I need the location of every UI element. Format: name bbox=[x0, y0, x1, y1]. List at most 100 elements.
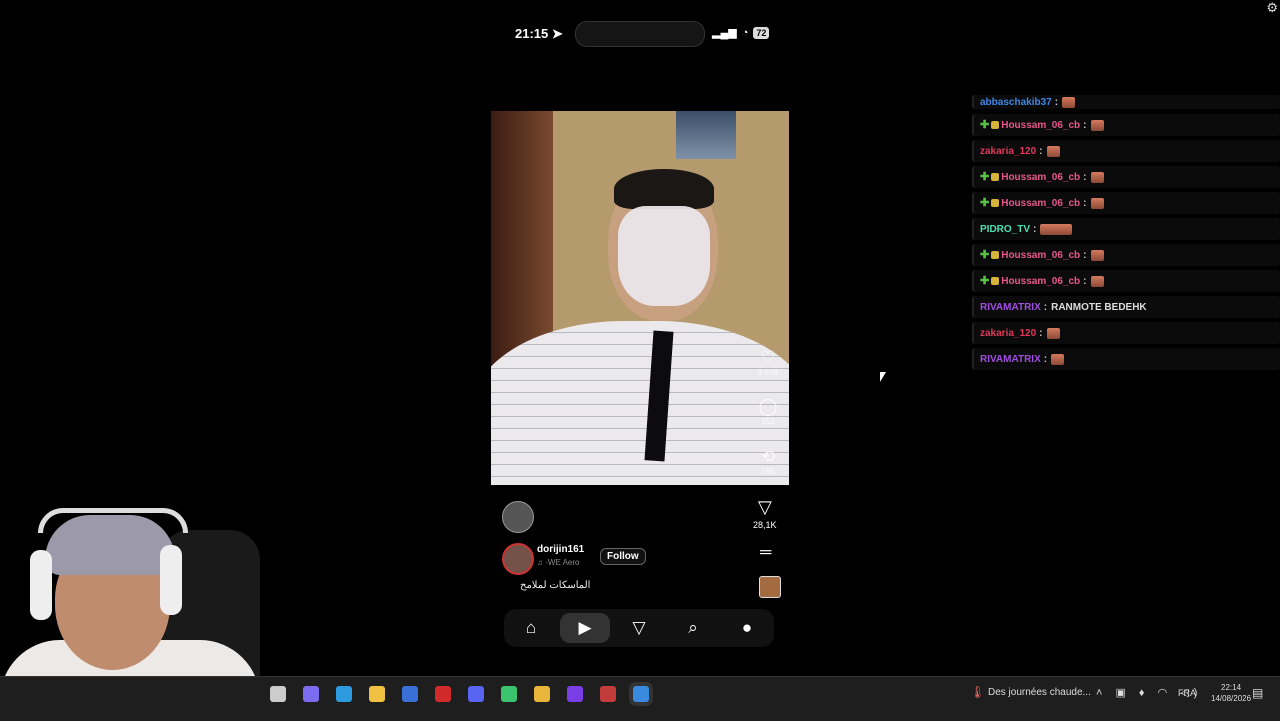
send-icon[interactable]: ▽ bbox=[758, 497, 772, 518]
chat-username[interactable]: zakaria_120 bbox=[980, 328, 1036, 339]
news-widget[interactable]: Des journées chaude... bbox=[988, 687, 1091, 698]
file-explorer-icon[interactable] bbox=[369, 686, 385, 702]
profile-icon[interactable]: ● bbox=[722, 613, 772, 643]
chat-emote-icon bbox=[1062, 96, 1076, 108]
crown-badge-icon bbox=[991, 173, 1000, 181]
discord-icon[interactable] bbox=[468, 686, 484, 702]
comment-count: 312 bbox=[761, 417, 775, 426]
chat-username[interactable]: Houssam_06_cb bbox=[1001, 276, 1080, 287]
app-obs-icon[interactable] bbox=[600, 686, 616, 702]
battery-icon: 72 bbox=[753, 26, 770, 39]
chat-message: RIVAMATRIX: bbox=[972, 348, 1280, 370]
chat-message: ✚ Houssam_06_cb: bbox=[972, 114, 1280, 136]
follow-button[interactable]: Follow bbox=[600, 548, 646, 565]
headphone-band bbox=[38, 508, 188, 533]
comment-icon: ◯ bbox=[758, 397, 778, 416]
chat-emote-icon bbox=[1051, 353, 1065, 365]
chat-username[interactable]: RIVAMATRIX bbox=[980, 354, 1041, 365]
reel-video[interactable]: ♡ 9 678 ◯ 312 ⟲ 195 bbox=[491, 111, 789, 485]
heart-icon: ♡ bbox=[760, 348, 776, 367]
signal-icon: ▂▄▆ bbox=[712, 27, 737, 39]
sub-badge-icon: ✚ bbox=[980, 197, 990, 209]
like-count: 9 678 bbox=[757, 368, 779, 377]
chat-username[interactable]: RIVAMATRIX bbox=[980, 302, 1041, 313]
chrome-icon[interactable] bbox=[534, 686, 550, 702]
chat-username[interactable]: Houssam_06_cb bbox=[1001, 172, 1080, 183]
notification-icon[interactable]: ▤ bbox=[1252, 686, 1263, 700]
chat-message: zakaria_120: bbox=[972, 140, 1280, 162]
status-icons: ▂▄▆ ◔ 72 bbox=[712, 26, 770, 39]
video-barber-cape bbox=[491, 321, 789, 485]
post-caption: الماسكات لملامح bbox=[520, 580, 591, 591]
author-avatar[interactable] bbox=[502, 543, 534, 575]
chat-message: PIDRO_TV: bbox=[972, 218, 1280, 240]
stream-chat: abbaschakib37: ✚ Houssam_06_cb: zakaria_120… bbox=[972, 95, 1280, 374]
task-view-icon[interactable] bbox=[270, 686, 286, 702]
chat-text: RANMOTE BEDEHK bbox=[1051, 301, 1147, 313]
wifi-icon: ◔ bbox=[741, 26, 749, 39]
language-indicator[interactable]: FRA bbox=[1178, 688, 1196, 698]
reels-icon[interactable]: ▶ bbox=[560, 613, 610, 643]
clock[interactable]: 22:14 14/08/2026 bbox=[1211, 682, 1251, 704]
phone-status-bar: 21:15 ➤ ▂▄▆ ◔ 72 bbox=[500, 20, 790, 48]
edge-icon[interactable] bbox=[336, 686, 352, 702]
sub-badge-icon: ✚ bbox=[980, 249, 990, 261]
search-icon[interactable]: ⌕ bbox=[668, 613, 718, 643]
app-purple-icon[interactable] bbox=[567, 686, 583, 702]
chat-message: abbaschakib37: bbox=[972, 95, 1280, 109]
sub-badge-icon: ✚ bbox=[980, 275, 990, 287]
crown-badge-icon bbox=[991, 199, 1000, 207]
chat-username[interactable]: zakaria_120 bbox=[980, 146, 1036, 157]
chat-emote-icon bbox=[1090, 119, 1104, 131]
chat-emote-icon bbox=[1090, 171, 1104, 183]
chat-colon: : bbox=[1043, 301, 1048, 313]
comment-button[interactable]: ◯ 312 bbox=[755, 397, 781, 426]
repost-icon: ⟲ bbox=[760, 447, 776, 466]
chat-colon: : bbox=[1043, 353, 1048, 365]
chat-emote-icon bbox=[1090, 197, 1104, 209]
chat-username[interactable]: PIDRO_TV bbox=[980, 224, 1030, 235]
chat-colon: : bbox=[1083, 119, 1087, 131]
chat-message: ✚ Houssam_06_cb: bbox=[972, 192, 1280, 214]
audio-info[interactable]: ♫ ·WE Aero bbox=[537, 558, 579, 567]
bottom-nav: ⌂ ▶ ▽ ⌕ ● bbox=[504, 609, 774, 647]
chat-emote-icon bbox=[1090, 275, 1104, 287]
chat-username[interactable]: Houssam_06_cb bbox=[1001, 198, 1080, 209]
chat-emote-icon bbox=[1090, 249, 1104, 261]
send-icon[interactable]: ▽ bbox=[614, 613, 664, 643]
sound-thumbnail[interactable] bbox=[759, 576, 781, 598]
chat-colon: : bbox=[1039, 145, 1043, 157]
chat-emote-icon bbox=[1046, 327, 1060, 339]
sub-badge-icon: ✚ bbox=[980, 119, 990, 131]
music-disc-avatar[interactable] bbox=[502, 501, 534, 533]
chat-username[interactable]: Houssam_06_cb bbox=[1001, 120, 1080, 131]
headphone-left bbox=[30, 550, 52, 620]
chat-username[interactable]: Houssam_06_cb bbox=[1001, 250, 1080, 261]
chat-colon: : bbox=[1083, 275, 1087, 287]
more-options-icon[interactable]: ═ bbox=[760, 544, 771, 562]
weather-icon[interactable]: 🌡 bbox=[970, 685, 985, 699]
game-icon[interactable] bbox=[501, 686, 517, 702]
crown-badge-icon bbox=[991, 121, 1000, 129]
repost-count: 195 bbox=[761, 467, 775, 476]
home-icon[interactable]: ⌂ bbox=[506, 613, 556, 643]
headphone-right bbox=[160, 545, 182, 615]
author-name[interactable]: dorijin161 bbox=[537, 544, 584, 555]
chat-colon: : bbox=[1083, 171, 1087, 183]
chat-username[interactable]: abbaschakib37 bbox=[980, 97, 1052, 108]
chat-emote-icon bbox=[1040, 223, 1073, 235]
gear-icon[interactable]: ⚙ bbox=[1266, 0, 1278, 16]
windows-taskbar bbox=[0, 676, 1280, 721]
clock-time: 22:14 bbox=[1221, 683, 1242, 692]
remote-desktop-icon[interactable] bbox=[633, 686, 649, 702]
audio-name: ·WE Aero bbox=[545, 558, 580, 567]
crown-badge-icon bbox=[991, 277, 1000, 285]
video-shelf bbox=[676, 111, 736, 159]
app-red-icon[interactable] bbox=[435, 686, 451, 702]
repost-button[interactable]: ⟲ 195 bbox=[755, 447, 781, 476]
copilot-icon[interactable] bbox=[303, 686, 319, 702]
store-icon[interactable] bbox=[402, 686, 418, 702]
chat-colon: : bbox=[1083, 197, 1087, 209]
chat-message: ✚ Houssam_06_cb: bbox=[972, 166, 1280, 188]
like-button[interactable]: ♡ 9 678 bbox=[755, 348, 781, 377]
